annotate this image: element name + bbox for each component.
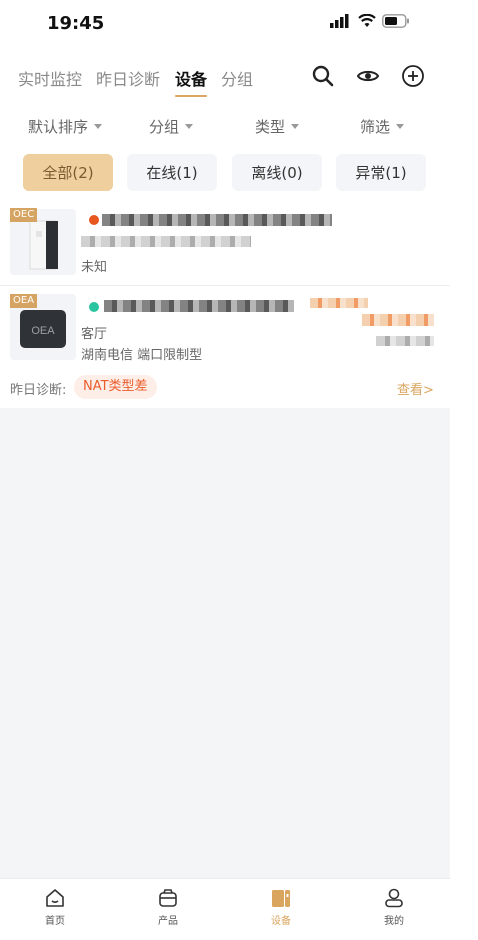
filter-dropdown-label: 筛选 [360,118,391,136]
tab-devices[interactable]: 设备 [175,66,207,90]
nav-label-profile: 我的 [384,916,404,927]
status-bar: 19:45 [0,0,450,48]
redacted-value [362,314,434,326]
divider [0,285,450,286]
device-icon [272,890,290,907]
profile-icon [385,888,403,908]
view-diagnosis-link[interactable]: 查看> [397,379,434,398]
caret-down-icon [291,124,300,129]
nav-item-products[interactable]: 产品 [138,887,198,927]
caret-down-icon [185,124,194,129]
redacted-device-info [81,236,251,247]
product-box-icon [159,889,177,907]
bottom-nav: 首页 产品 设备 我的 [0,878,450,940]
chip-online[interactable]: 在线(1) [127,154,217,191]
device-status-text: 未知 [81,260,108,275]
svg-text:OEA: OEA [31,325,55,337]
battery-icon [382,14,409,28]
tab-realtime-monitor[interactable]: 实时监控 [18,66,82,90]
search-icon[interactable] [311,64,335,88]
nav-label-products: 产品 [158,916,178,927]
device-list-screen: 19:45 实时监控 昨日诊断 设备 分组 默认排序 分组 类型 筛选 全部(2… [0,0,450,940]
redacted-device-name [104,300,294,312]
device-location: 客厅 [81,327,108,342]
cellular-signal-icon [330,14,349,28]
nat-warning-badge: NAT类型差 [74,375,157,399]
tab-groups[interactable]: 分组 [221,66,253,90]
caret-down-icon [396,124,405,129]
device-card-oec[interactable]: OEC 未知 [0,204,450,284]
nav-item-profile[interactable]: 我的 [364,887,424,927]
eye-icon[interactable] [356,64,380,88]
home-icon [46,889,64,907]
filter-row: 默认排序 分组 类型 筛选 [0,112,450,140]
tab-yesterday-diagnosis[interactable]: 昨日诊断 [96,66,160,90]
group-dropdown-label: 分组 [149,118,180,136]
nav-item-home[interactable]: 首页 [25,887,85,927]
device-type-tag: OEA [10,294,38,308]
nav-label-home: 首页 [45,916,65,927]
active-tab-indicator [175,95,207,97]
filter-dropdown[interactable]: 筛选 [360,116,405,137]
chip-offline[interactable]: 离线(0) [232,154,322,191]
status-dot [89,215,99,225]
redacted-speed [376,336,434,346]
add-circle-icon[interactable] [401,64,425,88]
redacted-badge [310,298,368,308]
nav-label-devices: 设备 [271,916,291,927]
sort-dropdown-label: 默认排序 [28,118,89,136]
chip-all[interactable]: 全部(2) [23,154,113,191]
group-dropdown[interactable]: 分组 [149,116,194,137]
type-dropdown[interactable]: 类型 [255,116,300,137]
wifi-icon [358,14,376,27]
status-dot [89,302,99,312]
type-dropdown-label: 类型 [255,118,286,136]
caret-down-icon [94,124,103,129]
nav-item-devices[interactable]: 设备 [251,887,311,927]
device-type-tag: OEC [10,208,38,222]
top-tab-bar: 实时监控 昨日诊断 设备 分组 [0,60,450,100]
redacted-device-name [102,214,332,226]
status-icons [330,14,410,28]
device-card-oea[interactable]: OEA OEA 客厅 湖南电信 端口限制型 [0,288,450,408]
status-time: 19:45 [47,13,105,34]
device-network-info: 湖南电信 端口限制型 [81,348,203,363]
yesterday-diagnosis-label: 昨日诊断: [10,383,67,398]
chip-abnormal[interactable]: 异常(1) [336,154,426,191]
sort-dropdown[interactable]: 默认排序 [28,116,103,137]
empty-list-area [0,408,450,878]
